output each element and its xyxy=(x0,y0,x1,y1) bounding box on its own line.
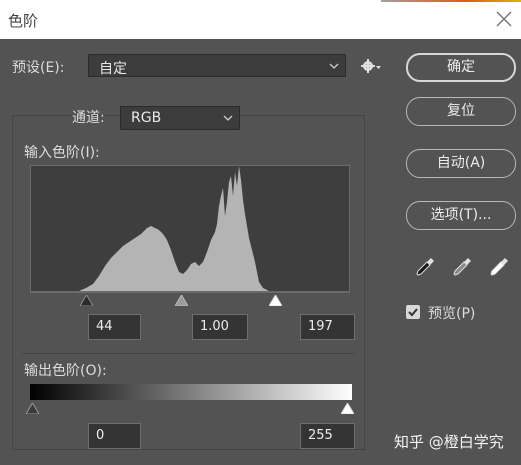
title-bar-accent xyxy=(381,0,521,2)
title-bar: 色阶 xyxy=(0,0,521,39)
input-black-field[interactable]: 44 xyxy=(88,314,141,340)
histogram-baseline xyxy=(30,292,350,293)
checkmark-icon xyxy=(408,308,418,317)
output-black-field[interactable]: 0 xyxy=(88,423,141,449)
channel-value: RGB xyxy=(131,110,162,126)
close-icon[interactable] xyxy=(495,10,513,28)
chevron-down-icon xyxy=(329,63,339,69)
eyedropper-white-icon[interactable] xyxy=(488,256,510,278)
input-levels-label: 输入色阶(I): xyxy=(24,145,100,161)
channel-select[interactable]: RGB xyxy=(120,106,240,130)
preset-label: 预设(E): xyxy=(12,60,65,76)
input-white-field[interactable]: 197 xyxy=(300,314,355,340)
histogram xyxy=(30,165,350,292)
watermark-text: 知乎 @橙白学究 xyxy=(394,433,504,451)
histogram-graph xyxy=(31,166,269,291)
reset-button[interactable]: 复位 xyxy=(406,97,516,126)
auto-button[interactable]: 自动(A) xyxy=(406,149,516,178)
eyedropper-black-icon[interactable] xyxy=(414,256,436,278)
output-gradient-bar xyxy=(30,384,352,400)
options-button[interactable]: 选项(T)... xyxy=(406,201,516,230)
preview-label: 预览(P) xyxy=(428,306,476,322)
ok-button[interactable]: 确定 xyxy=(406,53,516,82)
preset-value: 自定 xyxy=(99,61,127,77)
output-white-slider[interactable] xyxy=(341,403,354,414)
preset-select[interactable]: 自定 xyxy=(88,54,346,77)
output-levels-label: 输出色阶(O): xyxy=(24,363,107,379)
preview-checkbox[interactable] xyxy=(406,305,420,319)
output-white-field[interactable]: 255 xyxy=(300,423,355,449)
channel-label: 通道: xyxy=(72,110,105,126)
output-black-slider[interactable] xyxy=(26,403,39,414)
gear-icon[interactable] xyxy=(360,58,382,74)
chevron-down-icon xyxy=(223,115,233,121)
input-gamma-field[interactable]: 1.00 xyxy=(192,314,248,340)
eyedropper-gray-icon[interactable] xyxy=(451,256,473,278)
window-title: 色阶 xyxy=(8,12,39,30)
input-black-slider[interactable] xyxy=(80,295,93,306)
section-divider xyxy=(22,353,355,354)
input-gamma-slider[interactable] xyxy=(175,295,188,306)
input-white-slider[interactable] xyxy=(269,295,282,306)
histogram-area xyxy=(31,166,269,291)
